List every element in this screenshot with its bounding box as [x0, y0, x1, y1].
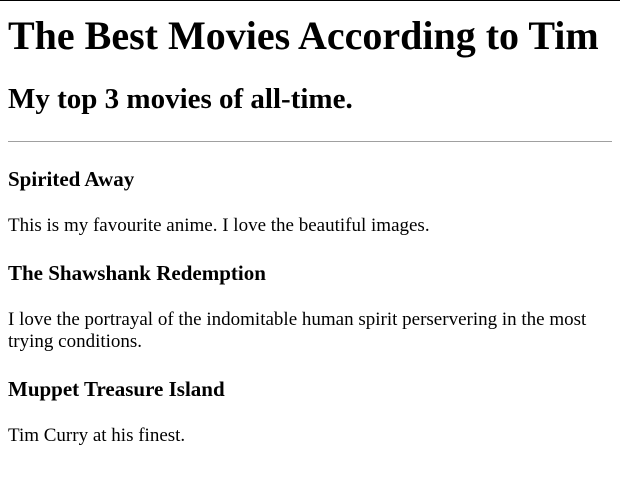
movie-entry-shawshank-redemption: The Shawshank Redemption I love the port…	[8, 261, 612, 353]
divider	[8, 141, 612, 142]
page-subtitle: My top 3 movies of all-time.	[8, 83, 353, 115]
movie-description: Tim Curry at his finest.	[8, 425, 186, 446]
movie-title: Muppet Treasure Island	[8, 377, 225, 401]
page-content: The Best Movies According to Tim My top …	[0, 13, 620, 447]
movie-entry-muppet-treasure-island: Muppet Treasure Island Tim Curry at his …	[8, 377, 612, 447]
movie-title: The Shawshank Redemption	[8, 261, 266, 285]
page-title: The Best Movies According to Tim	[8, 13, 599, 58]
movie-description: I love the portrayal of the indomitable …	[8, 309, 587, 352]
movie-title: Spirited Away	[8, 167, 135, 191]
movie-entry-spirited-away: Spirited Away This is my favourite anime…	[8, 167, 612, 237]
movie-description: This is my favourite anime. I love the b…	[8, 215, 430, 236]
